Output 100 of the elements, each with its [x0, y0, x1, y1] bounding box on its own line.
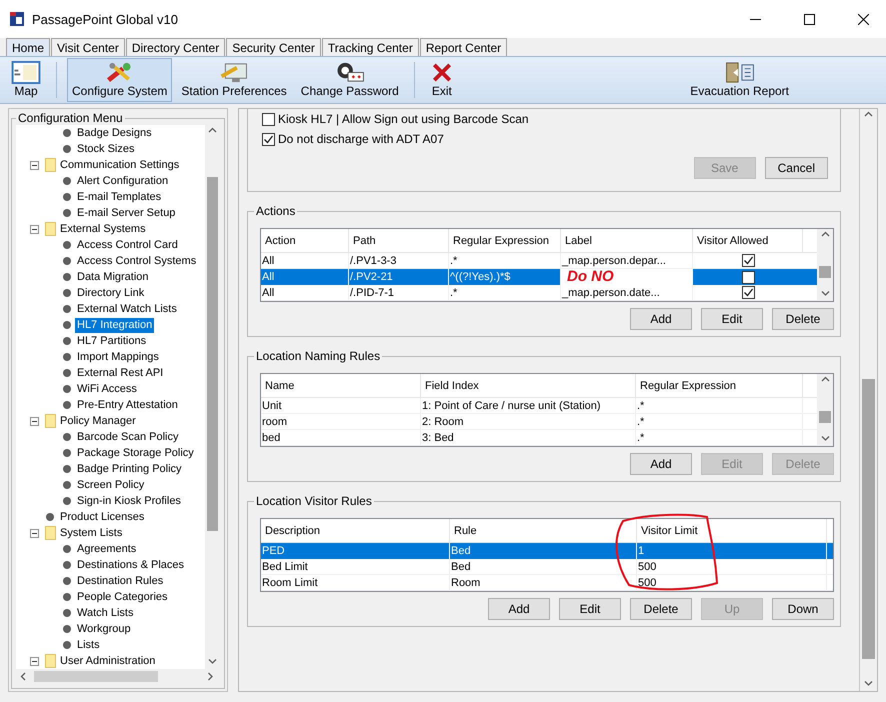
tree-item[interactable]: Barcode Scan Policy — [75, 430, 180, 444]
action-button[interactable]: Edit — [701, 308, 763, 330]
collapse-icon[interactable] — [30, 528, 39, 538]
tree-item[interactable]: WiFi Access — [75, 382, 139, 396]
bullet-icon — [63, 257, 71, 265]
tab[interactable]: Visit Center — [51, 38, 125, 56]
table-row[interactable]: room 2: Room .* — [261, 414, 817, 430]
tree-item[interactable]: External Watch Lists — [75, 302, 179, 316]
tree-item[interactable]: Agreements — [75, 542, 138, 556]
group-title: Location Visitor Rules — [255, 494, 373, 508]
tab[interactable]: Security Center — [226, 38, 321, 56]
tree-item[interactable]: Product Licenses — [58, 510, 146, 524]
tree-item[interactable]: Access Control Systems — [75, 254, 198, 268]
collapse-icon[interactable] — [30, 656, 39, 666]
action-button[interactable]: Add — [488, 598, 550, 620]
toolbar-button[interactable]: Evacuation Report — [685, 58, 794, 102]
tree-item[interactable]: Destinations & Places — [75, 558, 186, 572]
tree-item[interactable]: Badge Designs — [75, 126, 154, 140]
tree-item[interactable]: External Rest API — [75, 366, 166, 380]
action-button[interactable]: Edit — [559, 598, 621, 620]
column-header[interactable]: Regular Expression — [636, 374, 803, 397]
column-header[interactable]: Label — [561, 229, 693, 252]
table-cell: Room — [450, 575, 637, 590]
tree-item[interactable]: Lists — [75, 638, 102, 652]
tree-item[interactable]: HL7 Integration — [75, 318, 154, 332]
tree-item[interactable]: Communication Settings — [58, 158, 182, 172]
toolbar-button[interactable]: Map — [6, 58, 46, 102]
table-row[interactable]: Bed Limit Bed 500 — [261, 559, 833, 575]
action-button[interactable]: Add — [630, 308, 692, 330]
tree-item[interactable]: System Lists — [58, 526, 124, 540]
tree-item[interactable]: User Administration — [58, 654, 158, 668]
tree-item[interactable]: Alert Configuration — [75, 174, 170, 188]
action-button[interactable]: Down — [772, 598, 834, 620]
tab[interactable]: Report Center — [420, 38, 508, 56]
tab[interactable]: Tracking Center — [322, 38, 419, 56]
column-header[interactable]: Description — [261, 519, 450, 542]
tree-item[interactable]: E-mail Server Setup — [75, 206, 178, 220]
tree-item[interactable]: E-mail Templates — [75, 190, 164, 204]
window-title: PassagePoint Global v10 — [32, 12, 179, 26]
table-row[interactable]: All /.PV2-21 ^((?!Yes).)*$ Do NO — [261, 269, 817, 285]
collapse-icon[interactable] — [30, 224, 39, 234]
tree-item[interactable]: Watch Lists — [75, 606, 136, 620]
tree-item[interactable]: Pre-Entry Attestation — [75, 398, 180, 412]
bullet-icon — [63, 273, 71, 281]
tree-item[interactable]: Import Mappings — [75, 350, 161, 364]
folder-icon — [44, 654, 56, 668]
tree-item[interactable]: Package Storage Policy — [75, 446, 196, 460]
tree-item[interactable]: External Systems — [58, 222, 148, 236]
bullet-icon — [63, 369, 71, 377]
bullet-icon — [63, 497, 71, 505]
tree-item[interactable]: Policy Manager — [58, 414, 138, 428]
collapse-icon[interactable] — [30, 160, 39, 170]
table-cell: .* — [636, 414, 803, 429]
checkbox[interactable] — [742, 286, 754, 299]
column-header[interactable]: Action — [261, 229, 349, 252]
tree-item[interactable]: People Categories — [75, 590, 170, 604]
action-button[interactable]: Delete — [772, 308, 834, 330]
table-cell: 500 — [637, 559, 827, 574]
column-header[interactable]: Visitor Limit — [637, 519, 827, 542]
toolbar-button[interactable]: Exit — [424, 58, 459, 102]
column-header[interactable]: Visitor Allowed — [693, 229, 803, 252]
tree-item[interactable]: Directory Link — [75, 286, 146, 300]
column-header[interactable]: Path — [349, 229, 449, 252]
maximize-icon — [804, 14, 814, 24]
tree-item[interactable]: Data Migration — [75, 270, 151, 284]
column-header[interactable]: Field Index — [421, 374, 636, 397]
table-row[interactable]: Unit 1: Point of Care / nurse unit (Station) .* — [261, 398, 817, 414]
toolbar-button[interactable]: Change Password — [296, 58, 404, 102]
table-row[interactable]: bed 3: Bed .* — [261, 430, 817, 446]
column-header[interactable]: Rule — [450, 519, 637, 542]
table-row[interactable]: Room Limit Room 500 — [261, 575, 833, 591]
bullet-icon — [46, 513, 54, 521]
tree-item[interactable]: Destination Rules — [75, 574, 166, 588]
checkbox[interactable] — [742, 270, 754, 284]
toolbar-button[interactable]: Configure System — [67, 58, 172, 102]
table-cell: 1 — [637, 543, 827, 559]
tree-item[interactable]: Workgroup — [75, 622, 133, 636]
bullet-icon — [63, 449, 71, 457]
tree-item[interactable]: Screen Policy — [75, 478, 146, 492]
table-row[interactable]: All /.PID-7-1 .* _map.person.date... — [261, 285, 817, 301]
checkbox[interactable] — [262, 132, 275, 146]
action-button[interactable]: Delete — [630, 598, 692, 620]
table-row[interactable]: PED Bed 1 — [261, 543, 833, 559]
tree-item[interactable]: Stock Sizes — [75, 142, 136, 156]
column-header[interactable]: Name — [261, 374, 421, 397]
tree-item[interactable]: Access Control Card — [75, 238, 180, 252]
toolbar-button[interactable]: Station Preferences — [176, 58, 292, 102]
action-button[interactable]: Cancel — [764, 157, 828, 179]
checkbox[interactable] — [262, 112, 275, 126]
column-header[interactable]: Regular Expression — [449, 229, 561, 252]
bullet-icon — [63, 625, 71, 633]
action-button[interactable]: Add — [630, 453, 692, 475]
tree-item[interactable]: HL7 Partitions — [75, 334, 148, 348]
tab[interactable]: Directory Center — [126, 38, 226, 56]
tree-item[interactable]: Badge Printing Policy — [75, 462, 184, 476]
table-cell: room — [261, 414, 421, 429]
tree-item[interactable]: Sign-in Kiosk Profiles — [75, 494, 183, 508]
checkbox[interactable] — [742, 254, 754, 267]
collapse-icon[interactable] — [30, 416, 39, 426]
tab[interactable]: Home — [6, 38, 50, 56]
